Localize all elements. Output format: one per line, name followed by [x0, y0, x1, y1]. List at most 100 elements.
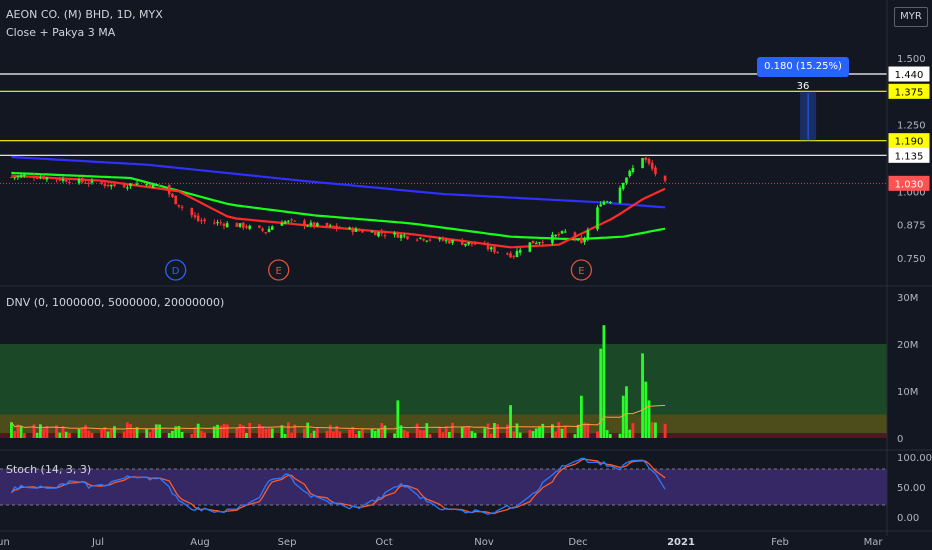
- candle: [10, 177, 13, 179]
- stoch-tick-label: 0.00: [897, 513, 919, 524]
- volume-bar: [393, 433, 397, 438]
- candle: [541, 241, 545, 243]
- candle: [586, 230, 590, 240]
- indicator-legend: Close + Pakya 3 MA: [6, 26, 116, 39]
- candle: [216, 222, 219, 224]
- price-tick-label: 1.500: [897, 54, 926, 65]
- volume-bar: [309, 433, 313, 438]
- volume-bar: [560, 428, 564, 438]
- candle: [306, 225, 309, 227]
- candle: [348, 227, 351, 230]
- candle: [628, 170, 631, 177]
- volume-bar: [290, 432, 293, 438]
- price-tick-label: 1.250: [897, 121, 926, 132]
- candle: [428, 239, 432, 241]
- candle: [441, 238, 445, 241]
- volume-bar: [167, 433, 171, 438]
- volume-bar: [447, 431, 451, 438]
- time-tick-label: Aug: [190, 537, 210, 548]
- candle: [241, 222, 245, 228]
- candle: [106, 184, 110, 187]
- candle: [377, 232, 380, 237]
- volume-bar: [145, 428, 149, 438]
- candle: [151, 183, 155, 188]
- volume-bar: [129, 424, 132, 438]
- candle: [506, 253, 509, 255]
- candle: [190, 207, 194, 216]
- candle: [444, 240, 448, 242]
- price-tick-label: 0.875: [897, 221, 926, 232]
- candle: [535, 243, 538, 245]
- candle: [148, 184, 152, 187]
- candle: [55, 177, 58, 180]
- volume-bar: [325, 430, 329, 438]
- stoch-tick-label: 50.00: [897, 483, 926, 494]
- candle: [280, 223, 284, 226]
- volume-bar: [441, 432, 445, 438]
- time-tick-label: Jun: [0, 537, 10, 548]
- candle: [489, 247, 493, 250]
- time-tick-label: Oct: [375, 537, 392, 548]
- candle: [145, 184, 148, 186]
- volume-bar: [203, 432, 207, 438]
- candle: [219, 222, 223, 224]
- candle: [258, 225, 261, 228]
- price-tick-label: 0.750: [897, 254, 926, 265]
- volume-bar: [332, 431, 335, 438]
- volume-bar: [180, 431, 184, 438]
- volume-bar: [425, 423, 429, 438]
- volume-bar: [402, 429, 406, 438]
- candle: [283, 221, 287, 224]
- price-label: 1.440: [895, 70, 924, 81]
- candle: [580, 237, 583, 243]
- volume-bar: [328, 424, 332, 438]
- time-tick-label: Sep: [278, 537, 297, 548]
- candle: [155, 184, 158, 186]
- candle: [493, 246, 496, 253]
- volume-bar: [599, 348, 603, 438]
- volume-bar: [515, 423, 519, 438]
- candle: [605, 201, 609, 203]
- volume-bar: [605, 430, 609, 438]
- volume-bar: [158, 424, 161, 438]
- candle: [316, 223, 319, 227]
- volume-bar: [267, 428, 271, 438]
- candle: [225, 223, 229, 228]
- volume-bar: [154, 424, 158, 438]
- candle: [167, 184, 171, 195]
- candle: [483, 243, 487, 245]
- time-tick-label: 2021: [667, 537, 695, 548]
- volume-tick-label: 20M: [897, 340, 918, 351]
- candle: [528, 242, 532, 252]
- candle: [518, 250, 522, 253]
- candle: [35, 178, 39, 180]
- volume-bar: [171, 430, 174, 438]
- volume-bar: [654, 422, 657, 438]
- volume-bar: [383, 425, 387, 438]
- candle: [351, 227, 355, 233]
- volume-bar: [257, 424, 261, 438]
- currency-badge[interactable]: MYR: [894, 7, 928, 27]
- volume-bar: [238, 423, 242, 438]
- candle: [515, 251, 519, 258]
- candle: [19, 175, 23, 178]
- volume-bar: [113, 426, 116, 438]
- candle: [129, 183, 132, 187]
- candle: [61, 178, 65, 181]
- candle: [422, 238, 425, 241]
- volume-bar: [109, 429, 113, 438]
- candle: [396, 233, 400, 238]
- time-tick-label: Nov: [474, 537, 494, 548]
- candle: [42, 175, 45, 179]
- volume-bar: [631, 423, 635, 438]
- volume-bar: [245, 433, 248, 438]
- volume-bar: [64, 431, 68, 438]
- volume-tick-label: 10M: [897, 387, 918, 398]
- volume-bar: [396, 400, 400, 438]
- volume-bar: [460, 426, 464, 438]
- price-label: 1.030: [895, 179, 924, 190]
- volume-bar: [579, 395, 583, 438]
- volume-bar: [422, 430, 425, 438]
- candle: [438, 238, 441, 240]
- volume-bar: [248, 422, 252, 438]
